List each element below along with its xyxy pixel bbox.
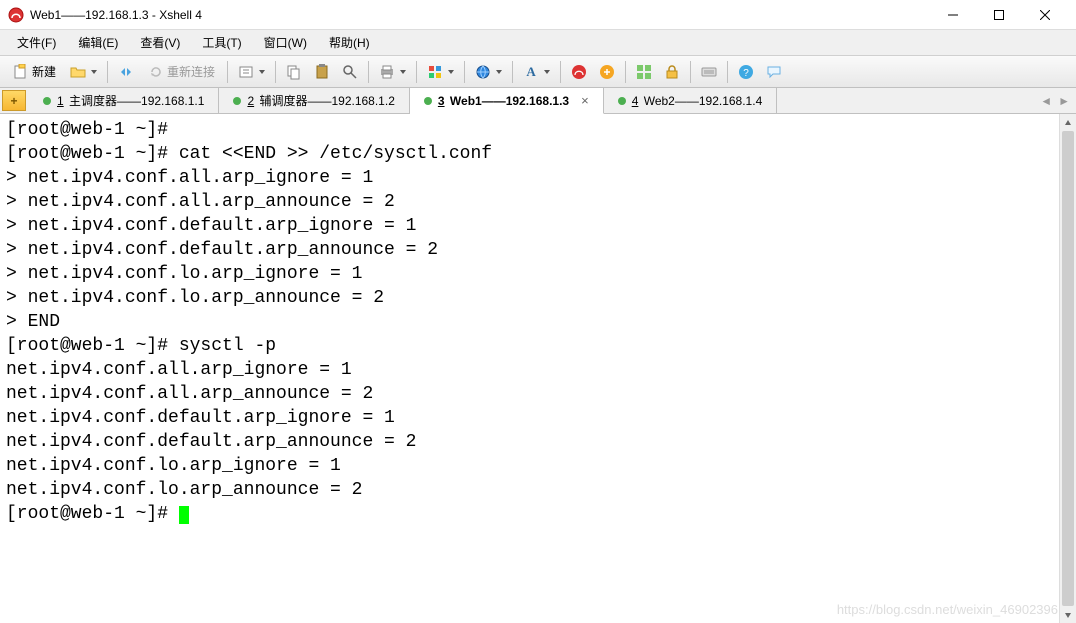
xftp-icon: [599, 64, 615, 80]
minimize-button[interactable]: [930, 0, 976, 30]
toolbar-separator: [727, 61, 728, 83]
status-dot-icon: [424, 97, 432, 105]
chevron-down-icon: [448, 70, 454, 74]
toolbar-separator: [227, 61, 228, 83]
reconnect-button-label: 重新连接: [167, 63, 215, 80]
toolbar-separator: [275, 61, 276, 83]
toolbar-separator: [690, 61, 691, 83]
menu-file[interactable]: 文件(F): [8, 30, 65, 55]
menu-window[interactable]: 窗口(W): [255, 30, 316, 55]
menu-help[interactable]: 帮助(H): [320, 30, 379, 55]
tabs-scroll-left[interactable]: ◄: [1040, 94, 1052, 108]
help-icon: ?: [738, 64, 754, 80]
titlebar: Web1——192.168.1.3 - Xshell 4: [0, 0, 1076, 30]
maximize-button[interactable]: [976, 0, 1022, 30]
disconnect-icon: [118, 64, 134, 80]
menu-tools[interactable]: 工具(T): [193, 30, 250, 55]
find-button[interactable]: [337, 60, 363, 84]
close-button[interactable]: [1022, 0, 1068, 30]
palette-icon: [427, 64, 443, 80]
status-dot-icon: [618, 97, 626, 105]
reconnect-button[interactable]: 重新连接: [141, 60, 222, 84]
status-dot-icon: [43, 97, 51, 105]
scrollbar[interactable]: [1059, 114, 1076, 623]
speech-bubble-icon: [766, 64, 782, 80]
xftp-button[interactable]: [594, 60, 620, 84]
chevron-down-icon: [400, 70, 406, 74]
keyboard-icon: [701, 64, 717, 80]
open-button[interactable]: [65, 60, 102, 84]
chevron-down-icon: [91, 70, 97, 74]
toolbar-separator: [464, 61, 465, 83]
toolbar-separator: [107, 61, 108, 83]
font-icon: A: [523, 64, 539, 80]
toolbar-separator: [625, 61, 626, 83]
svg-text:?: ?: [743, 68, 749, 79]
new-icon: [13, 64, 29, 80]
print-button[interactable]: [374, 60, 411, 84]
reconnect-icon: [148, 64, 164, 80]
tab-label: 3 Web1——192.168.1.3: [438, 94, 569, 108]
scroll-thumb[interactable]: [1062, 131, 1074, 606]
chevron-down-icon: [544, 70, 550, 74]
add-tab-button[interactable]: +: [2, 90, 26, 111]
xshell-app-icon: [8, 7, 24, 23]
lock-button[interactable]: [659, 60, 685, 84]
properties-button[interactable]: [233, 60, 270, 84]
printer-icon: [379, 64, 395, 80]
xshell-button[interactable]: [566, 60, 592, 84]
menubar: 文件(F) 编辑(E) 查看(V) 工具(T) 窗口(W) 帮助(H): [0, 30, 1076, 56]
session-tab-3[interactable]: 3 Web1——192.168.1.3 ×: [410, 88, 604, 114]
tab-label: 4 Web2——192.168.1.4: [632, 94, 763, 108]
terminal-output[interactable]: [root@web-1 ~]# [root@web-1 ~]# cat <<EN…: [0, 114, 1059, 623]
tab-label: 1 主调度器——192.168.1.1: [57, 92, 204, 109]
tab-close-button[interactable]: ×: [581, 93, 589, 108]
status-dot-icon: [233, 97, 241, 105]
paste-icon: [314, 64, 330, 80]
window-title: Web1——192.168.1.3 - Xshell 4: [30, 8, 930, 22]
new-button[interactable]: 新建: [6, 60, 63, 84]
globe-icon: [475, 64, 491, 80]
chevron-down-icon: [259, 70, 265, 74]
toolbar-separator: [368, 61, 369, 83]
session-tabs: + 1 主调度器——192.168.1.1 2 辅调度器——192.168.1.…: [0, 88, 1076, 114]
font-button[interactable]: A: [518, 60, 555, 84]
tabs-scroll-controls: ◄ ►: [1034, 88, 1076, 113]
window-controls: [930, 0, 1068, 30]
scroll-up-button[interactable]: [1060, 114, 1076, 131]
session-tab-4[interactable]: 4 Web2——192.168.1.4: [604, 88, 778, 113]
web-button[interactable]: [470, 60, 507, 84]
xshell-icon: [571, 64, 587, 80]
session-tab-1[interactable]: 1 主调度器——192.168.1.1: [29, 88, 219, 113]
help-button[interactable]: ?: [733, 60, 759, 84]
scroll-track[interactable]: [1060, 131, 1076, 606]
properties-icon: [238, 64, 254, 80]
color-scheme-button[interactable]: [422, 60, 459, 84]
tile-button[interactable]: [631, 60, 657, 84]
paste-button[interactable]: [309, 60, 335, 84]
menu-edit[interactable]: 编辑(E): [69, 30, 127, 55]
menu-view[interactable]: 查看(V): [131, 30, 189, 55]
folder-open-icon: [70, 64, 86, 80]
feedback-button[interactable]: [761, 60, 787, 84]
toolbar-separator: [416, 61, 417, 83]
tab-label: 2 辅调度器——192.168.1.2: [247, 92, 394, 109]
keyboard-button[interactable]: [696, 60, 722, 84]
chevron-down-icon: [496, 70, 502, 74]
toolbar: 新建 重新连接 A: [0, 56, 1076, 88]
terminal-cursor: [179, 506, 189, 524]
search-icon: [342, 64, 358, 80]
toolbar-separator: [512, 61, 513, 83]
toolbar-separator: [560, 61, 561, 83]
new-button-label: 新建: [32, 63, 56, 80]
scroll-down-button[interactable]: [1060, 606, 1076, 623]
copy-button[interactable]: [281, 60, 307, 84]
lock-icon: [664, 64, 680, 80]
session-tab-2[interactable]: 2 辅调度器——192.168.1.2: [219, 88, 409, 113]
terminal-area: [root@web-1 ~]# [root@web-1 ~]# cat <<EN…: [0, 114, 1076, 623]
tile-icon: [636, 64, 652, 80]
tabs-scroll-right[interactable]: ►: [1058, 94, 1070, 108]
disconnect-button[interactable]: [113, 60, 139, 84]
copy-icon: [286, 64, 302, 80]
